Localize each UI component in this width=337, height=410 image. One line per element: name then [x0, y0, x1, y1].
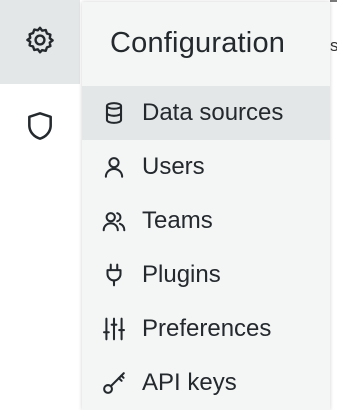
dropdown-item-plugins[interactable]: Plugins: [82, 248, 330, 302]
dropdown-item-teams[interactable]: Teams: [82, 194, 330, 248]
dropdown-item-label: Plugins: [142, 261, 221, 288]
user-icon: [100, 153, 128, 181]
dropdown-item-label: Data sources: [142, 99, 284, 126]
dropdown-item-label: Users: [142, 153, 205, 180]
key-icon: [100, 369, 128, 397]
dropdown-list: Data sources Users Teams Plugins Prefere…: [82, 86, 330, 410]
dropdown-item-label: API keys: [142, 369, 237, 396]
shield-icon: [24, 110, 56, 147]
users-icon: [100, 207, 128, 235]
side-menu: [0, 0, 80, 410]
dropdown-item-users[interactable]: Users: [82, 140, 330, 194]
dropdown-item-api-keys[interactable]: API keys: [82, 356, 330, 410]
background-divider: [330, 0, 337, 2]
dropdown-header[interactable]: Configuration: [82, 2, 330, 84]
dropdown-item-label: Teams: [142, 207, 213, 234]
background-content-edge: s: [330, 0, 337, 410]
background-partial-text: s: [330, 36, 337, 55]
dropdown-item-data-sources[interactable]: Data sources: [82, 86, 330, 140]
configuration-dropdown: Configuration Data sources Users Teams P…: [82, 2, 330, 410]
plug-icon: [100, 261, 128, 289]
gear-icon: [24, 24, 56, 61]
side-menu-item-server-admin[interactable]: [0, 86, 80, 170]
dropdown-item-preferences[interactable]: Preferences: [82, 302, 330, 356]
side-menu-item-configuration[interactable]: [0, 0, 80, 84]
database-icon: [100, 99, 128, 127]
sliders-icon: [100, 315, 128, 343]
dropdown-item-label: Preferences: [142, 315, 272, 342]
